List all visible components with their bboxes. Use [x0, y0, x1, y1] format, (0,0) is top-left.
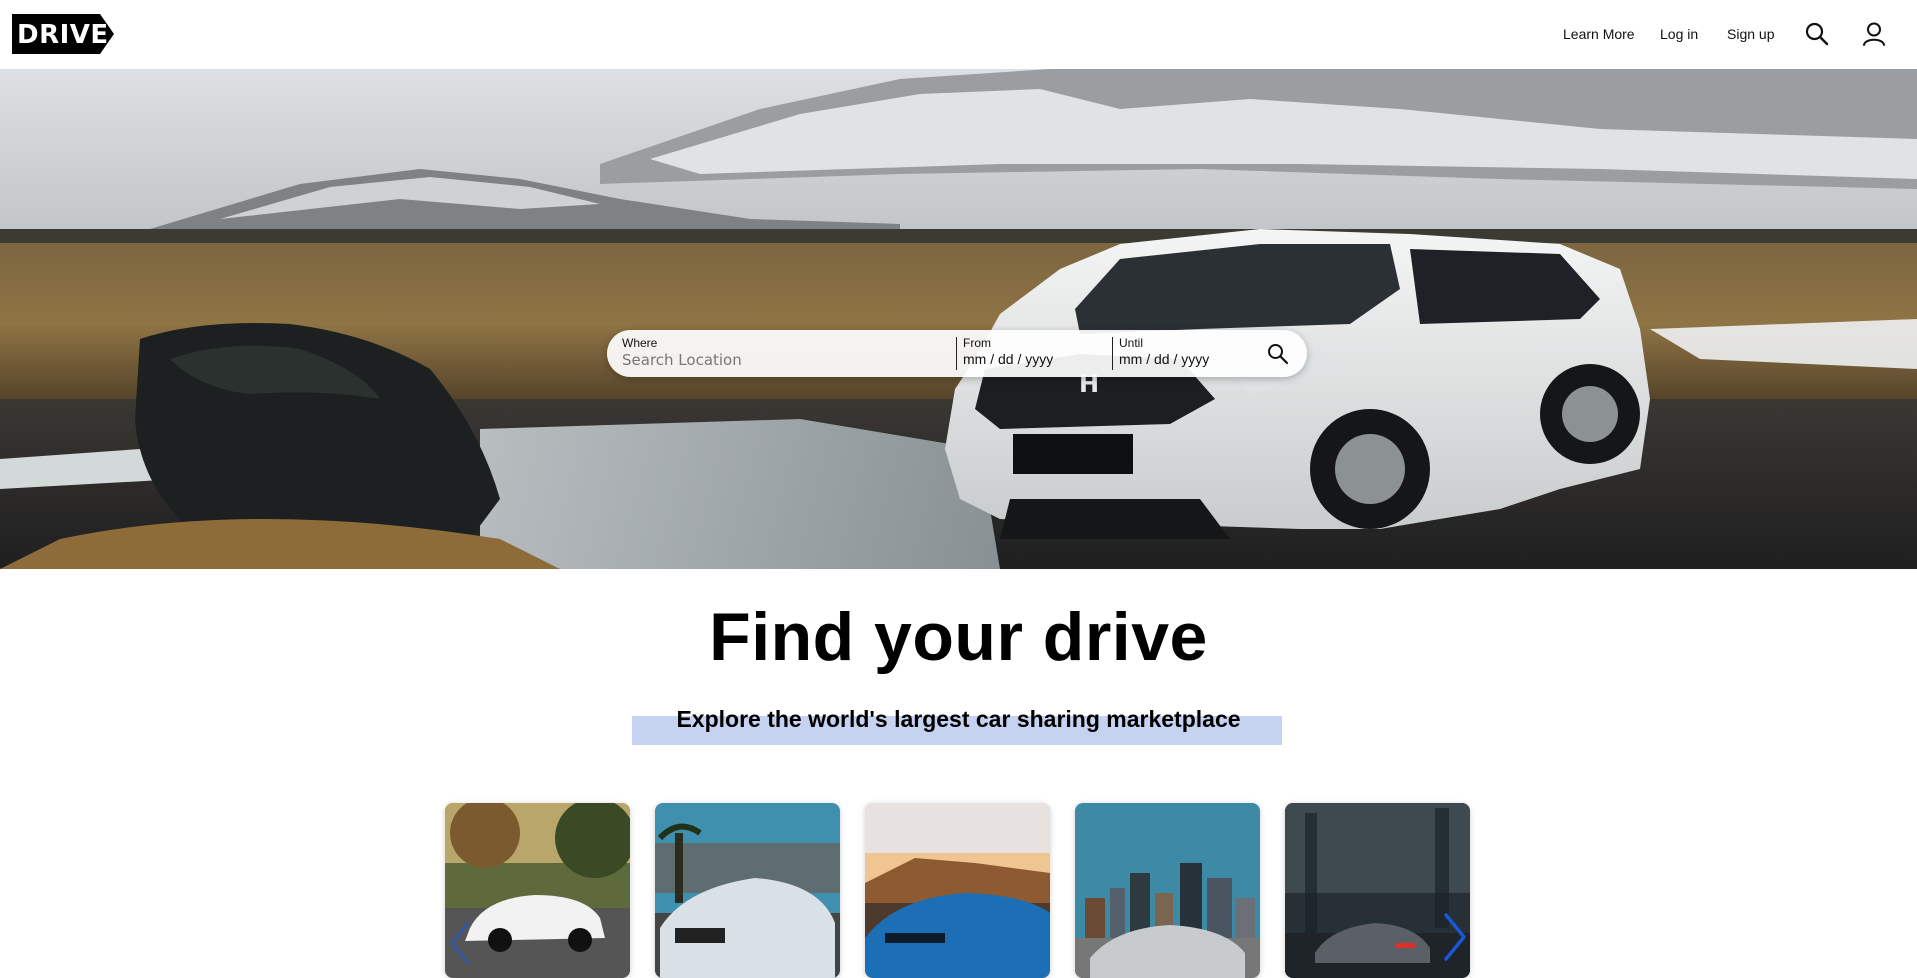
car-carousel	[0, 803, 1917, 978]
search-icon[interactable]	[1266, 342, 1290, 366]
car-card[interactable]	[445, 803, 630, 978]
car-photo	[655, 803, 840, 978]
chevron-right-icon[interactable]	[1440, 911, 1470, 963]
nav-log-in[interactable]: Log in	[1660, 26, 1698, 42]
where-label: Where	[622, 336, 658, 350]
hero-landscape-image: H	[0, 69, 1917, 569]
until-label: Until	[1119, 336, 1144, 350]
search-icon[interactable]	[1804, 21, 1830, 47]
page-title: Find your drive	[709, 599, 1208, 675]
car-photo	[865, 803, 1050, 978]
car-photo	[1075, 803, 1260, 978]
until-date-input[interactable]	[1119, 351, 1249, 367]
search-divider	[1112, 337, 1113, 370]
nav-learn-more[interactable]: Learn More	[1563, 26, 1635, 42]
from-label: From	[963, 336, 991, 350]
car-card[interactable]	[865, 803, 1050, 978]
search-divider	[956, 337, 957, 370]
from-date-input[interactable]	[963, 351, 1093, 367]
location-input[interactable]	[622, 351, 942, 369]
chevron-left-icon[interactable]	[446, 919, 472, 967]
where-field[interactable]: Where	[622, 336, 952, 372]
logo-text: DRIVE	[17, 20, 109, 50]
until-field[interactable]: Until	[1119, 336, 1259, 372]
drive-logo[interactable]: DRIVE	[12, 14, 114, 54]
search-bar: Where From Until	[607, 330, 1307, 377]
page-subtitle: Explore the world's largest car sharing …	[676, 706, 1241, 732]
from-field[interactable]: From	[963, 336, 1103, 372]
car-card[interactable]	[1075, 803, 1260, 978]
top-header: DRIVE Learn More Log in Sign up	[0, 0, 1917, 69]
car-photo	[445, 803, 630, 978]
hero-banner: H Where From Until	[0, 69, 1917, 569]
user-icon[interactable]	[1861, 21, 1887, 47]
nav-sign-up[interactable]: Sign up	[1727, 26, 1774, 42]
car-card[interactable]	[655, 803, 840, 978]
